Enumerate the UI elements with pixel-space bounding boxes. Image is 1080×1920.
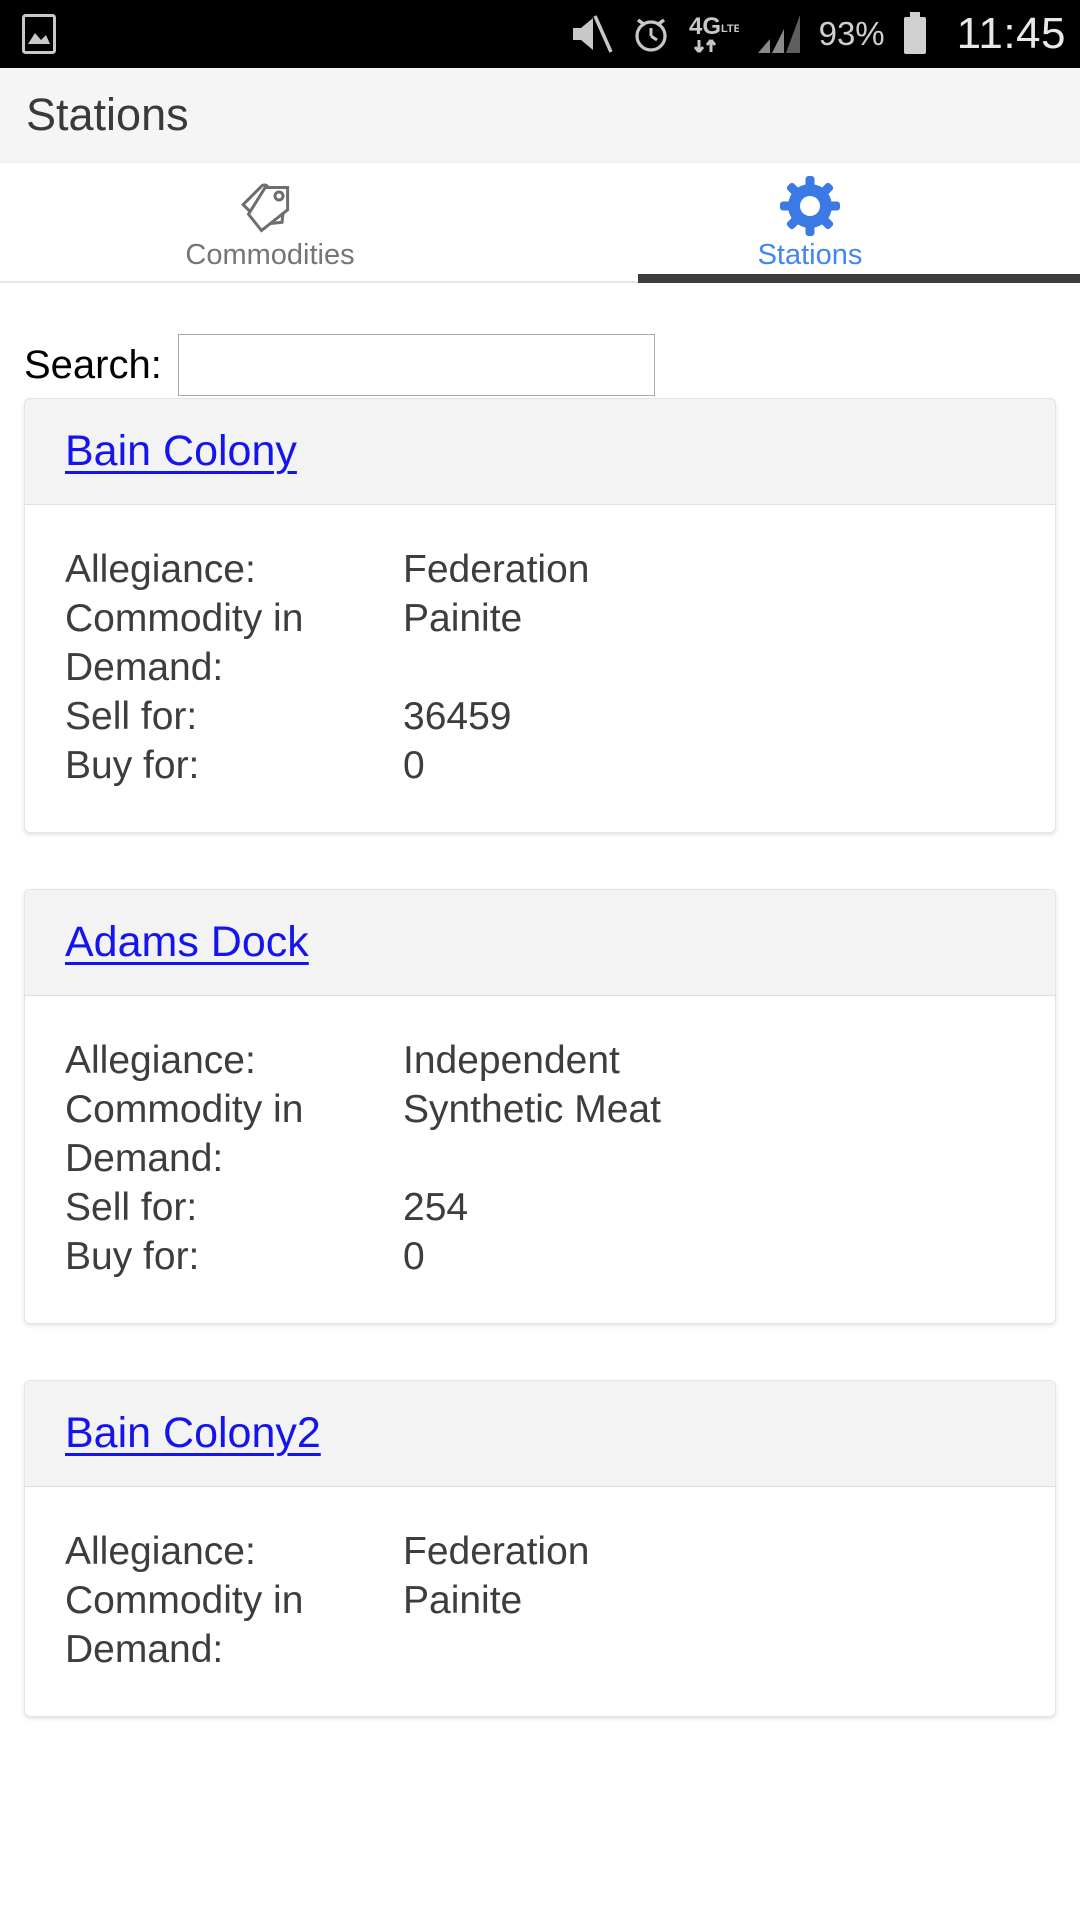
active-tab-indicator	[638, 274, 1080, 283]
allegiance-value: Independent	[403, 1039, 620, 1082]
station-card-body: Allegiance: Independent Commodity in Dem…	[25, 996, 1055, 1323]
sell-for-label: Sell for:	[65, 695, 198, 738]
allegiance-label: Allegiance:	[65, 548, 256, 591]
station-list: Bain Colony Allegiance: Federation Commo…	[0, 398, 1080, 1717]
network-4g-lte-icon: 4G LTE	[689, 12, 739, 56]
svg-text:4G: 4G	[689, 13, 721, 40]
allegiance-value: Federation	[403, 548, 590, 591]
station-card-body: Allegiance: Federation Commodity in Dema…	[25, 505, 1055, 832]
station-property-row: Sell for: 36459	[25, 692, 1055, 741]
sell-for-label: Sell for:	[65, 1186, 198, 1229]
search-label: Search:	[24, 342, 162, 387]
commodity-in-demand-value: Painite	[403, 597, 523, 640]
sell-for-value: 36459	[403, 695, 512, 738]
status-bar-clock: 11:45	[956, 9, 1066, 58]
station-property-row: Allegiance: Independent	[25, 1036, 1055, 1085]
status-bar-right-icons: 4G LTE 93% 11:45	[569, 9, 1066, 59]
tab-bar: Commodities Stations	[0, 163, 1080, 283]
image-icon	[22, 14, 56, 54]
sell-for-value: 254	[403, 1186, 469, 1229]
alarm-clock-icon	[630, 13, 672, 55]
station-card-body: Allegiance: Federation Commodity in Dema…	[25, 1487, 1055, 1716]
svg-text:LTE: LTE	[721, 23, 739, 35]
buy-for-label: Buy for:	[65, 744, 200, 787]
buy-for-label: Buy for:	[65, 1235, 200, 1278]
app-bar: Stations	[0, 68, 1080, 163]
station-card[interactable]: Bain Colony Allegiance: Federation Commo…	[24, 398, 1056, 833]
commodity-in-demand-label: Commodity in Demand:	[65, 1579, 304, 1671]
tab-commodities-label: Commodities	[185, 239, 355, 271]
commodity-in-demand-value: Painite	[403, 1579, 523, 1622]
volume-mute-icon	[569, 14, 613, 54]
allegiance-label: Allegiance:	[65, 1530, 256, 1573]
commodity-in-demand-label: Commodity in Demand:	[65, 597, 304, 689]
buy-for-value: 0	[403, 1235, 425, 1278]
station-property-row: Commodity in Demand: Painite	[25, 1576, 1055, 1674]
gear-icon	[779, 175, 841, 237]
station-property-row: Sell for: 254	[25, 1183, 1055, 1232]
station-name-link[interactable]: Bain Colony	[65, 427, 297, 476]
station-property-row: Commodity in Demand: Painite	[25, 594, 1055, 692]
commodity-in-demand-label: Commodity in Demand:	[65, 1088, 304, 1180]
station-property-row: Commodity in Demand: Synthetic Meat	[25, 1085, 1055, 1183]
tag-icon	[239, 175, 301, 237]
buy-for-value: 0	[403, 744, 425, 787]
commodity-in-demand-value: Synthetic Meat	[403, 1088, 661, 1131]
station-card-header: Adams Dock	[25, 890, 1055, 996]
station-property-row: Buy for: 0	[25, 1232, 1055, 1281]
allegiance-label: Allegiance:	[65, 1039, 256, 1082]
station-card-header: Bain Colony	[25, 399, 1055, 505]
page-title: Stations	[26, 89, 189, 140]
station-card-header: Bain Colony2	[25, 1381, 1055, 1487]
battery-icon	[902, 12, 928, 56]
status-bar-left-icons	[22, 14, 56, 54]
station-name-link[interactable]: Bain Colony2	[65, 1409, 321, 1458]
signal-bars-icon	[756, 13, 802, 55]
station-name-link[interactable]: Adams Dock	[65, 918, 309, 967]
search-input[interactable]	[177, 333, 655, 396]
search-row: Search:	[0, 283, 1080, 398]
station-card[interactable]: Adams Dock Allegiance: Independent Commo…	[24, 889, 1056, 1324]
tab-commodities[interactable]: Commodities	[0, 163, 540, 281]
allegiance-value: Federation	[403, 1530, 590, 1573]
battery-percent: 93%	[818, 15, 885, 52]
station-card[interactable]: Bain Colony2 Allegiance: Federation Comm…	[24, 1380, 1056, 1717]
tab-stations-label: Stations	[757, 239, 863, 271]
status-bar: 4G LTE 93% 11:45	[0, 0, 1080, 68]
station-property-row: Allegiance: Federation	[25, 1527, 1055, 1576]
station-property-row: Allegiance: Federation	[25, 545, 1055, 594]
station-property-row: Buy for: 0	[25, 741, 1055, 790]
tab-stations[interactable]: Stations	[540, 163, 1080, 283]
